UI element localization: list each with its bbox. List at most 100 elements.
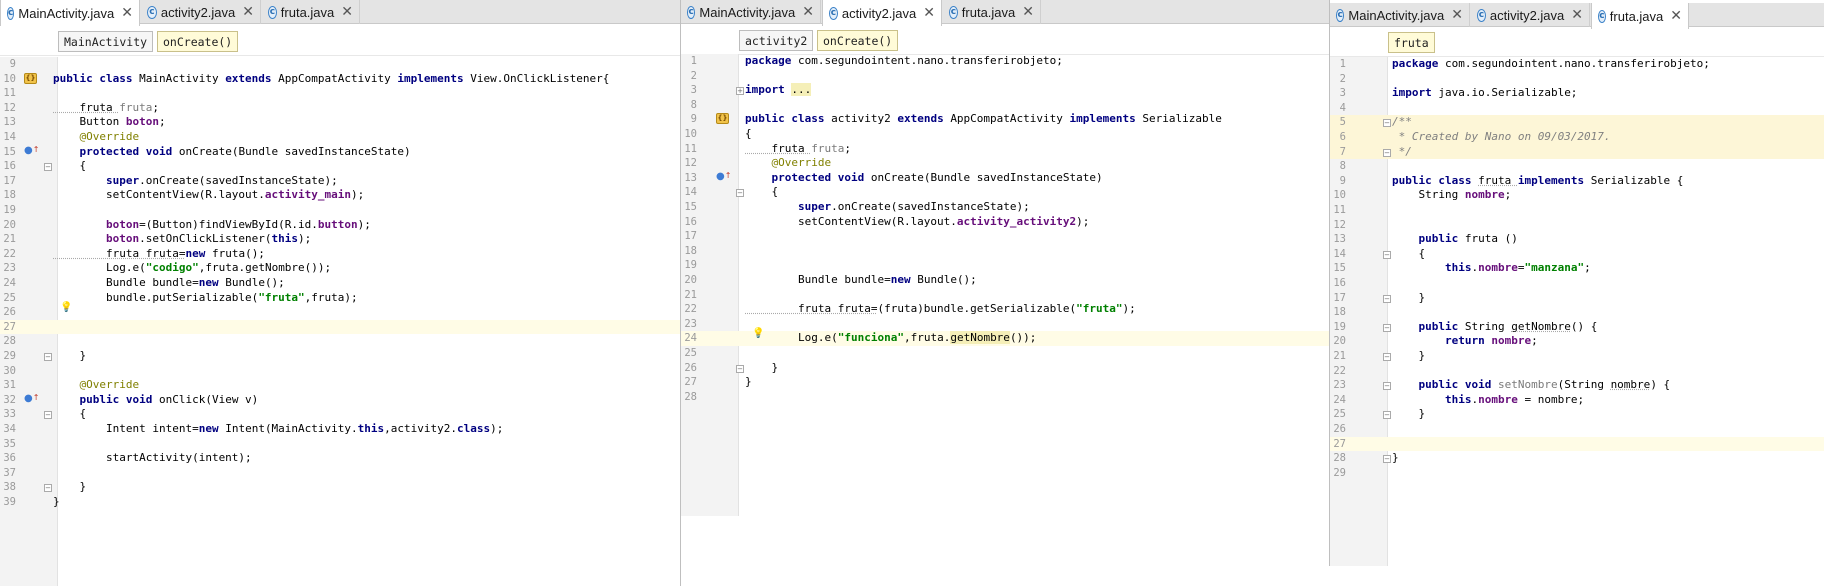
code-line[interactable]: 2 [1330, 72, 1824, 87]
code-line[interactable]: 24 this.nombre = nombre; [1330, 393, 1824, 408]
code-line[interactable]: 12 [1330, 218, 1824, 233]
code-line[interactable]: 25 − } [1330, 407, 1824, 422]
fold-toggle-icon[interactable]: − [44, 163, 52, 172]
code-line[interactable]: 3 import java.io.Serializable; [1330, 86, 1824, 101]
code-line[interactable]: 38 − } [0, 480, 680, 495]
code-line[interactable]: 20 boton=(Button)findViewById(R.id.butto… [0, 218, 680, 233]
code-line[interactable]: 13 public fruta () [1330, 232, 1824, 247]
fold-toggle-icon[interactable]: − [736, 189, 744, 198]
fold-toggle-icon[interactable]: − [1383, 382, 1391, 391]
close-icon[interactable]: ✕ [121, 5, 133, 21]
code-line[interactable]: 34 Intent intent=new Intent(MainActivity… [0, 422, 680, 437]
code-line[interactable]: 37 [0, 466, 680, 481]
code-line[interactable]: 15 super.onCreate(savedInstanceState); [681, 200, 1329, 215]
code-line[interactable]: 24 💡 Log.e("funciona",fruta.getNombre()); [681, 328, 1329, 346]
close-icon[interactable]: ✕ [1451, 7, 1463, 23]
code-line[interactable]: 8 [681, 98, 1329, 113]
code-line[interactable]: 18 setContentView(R.layout.activity_main… [0, 188, 680, 203]
tab-fruta[interactable]: c fruta.java ✕ [262, 0, 360, 24]
code-line[interactable]: 29 − } [0, 349, 680, 364]
code-line[interactable]: 13 Button boton; [0, 115, 680, 130]
code-line[interactable]: 11 [0, 86, 680, 101]
code-line[interactable]: 10 { [681, 127, 1329, 142]
code-line[interactable]: 1 package com.segundointent.nano.transfer… [1330, 57, 1824, 72]
code-line[interactable]: 16 setContentView(R.layout.activity_acti… [681, 215, 1329, 230]
code-line[interactable]: 14 − { [681, 185, 1329, 200]
code-line[interactable]: 28 [681, 390, 1329, 405]
code-line[interactable]: 20 return nombre; [1330, 334, 1824, 349]
code-line[interactable]: 25 [681, 346, 1329, 361]
override-marker-icon[interactable]: ●↑ [24, 393, 39, 404]
code-line[interactable]: 27 [0, 319, 680, 335]
code-line[interactable]: 23 [681, 317, 1329, 332]
code-line[interactable]: 2 [681, 69, 1329, 84]
code-editor[interactable]: 1 package com.segundointent.nano.transfer… [681, 54, 1329, 516]
fold-toggle-icon[interactable]: − [1383, 455, 1391, 464]
close-icon[interactable]: ✕ [802, 4, 814, 20]
tab-fruta[interactable]: c fruta.java ✕ [1591, 3, 1689, 29]
code-line[interactable]: 17 [681, 229, 1329, 244]
code-line[interactable]: 1 package com.segundointent.nano.transfer… [681, 54, 1329, 69]
breadcrumb-method[interactable]: onCreate() [157, 31, 239, 52]
code-line[interactable]: 5 −/** [1330, 115, 1824, 130]
fold-toggle-icon[interactable]: − [1383, 148, 1391, 157]
code-line[interactable]: 36 startActivity(intent); [0, 451, 680, 466]
breadcrumb-method[interactable]: onCreate() [817, 30, 899, 51]
breadcrumb-class[interactable]: activity2 [739, 30, 814, 51]
code-line[interactable]: 14 − { [1330, 247, 1824, 262]
fold-toggle-icon[interactable]: − [1383, 294, 1391, 303]
override-marker-icon[interactable]: ●↑ [716, 171, 731, 182]
tab-main-activity[interactable]: c MainActivity.java ✕ [1330, 3, 1470, 27]
code-line[interactable]: 31 @Override [0, 378, 680, 393]
code-line[interactable]: 8 [1330, 159, 1824, 174]
code-line[interactable]: 11 [1330, 203, 1824, 218]
code-line[interactable]: 7 − */ [1330, 144, 1824, 160]
code-line[interactable]: 14 @Override [0, 130, 680, 145]
fold-toggle-icon[interactable]: − [1383, 411, 1391, 420]
tab-main-activity[interactable]: c MainActivity.java ✕ [0, 0, 140, 26]
fold-toggle-icon[interactable]: − [1383, 119, 1391, 128]
code-line[interactable]: 17 − } [1330, 291, 1824, 306]
code-editor[interactable]: 9 10 {} public class MainActivity extends A… [0, 54, 680, 586]
code-editor[interactable]: 1 package com.segundointent.nano.transfer… [1330, 56, 1824, 566]
code-line[interactable]: 30 [0, 364, 680, 379]
code-line[interactable]: 16 − { [0, 159, 680, 174]
code-line[interactable]: 6 * Created by Nano on 09/03/2017. [1330, 130, 1824, 145]
tab-activity2[interactable]: c activity2.java ✕ [822, 0, 942, 26]
code-line[interactable]: 18 [681, 244, 1329, 259]
code-line[interactable]: 9 public class fruta implements Serializa… [1330, 174, 1824, 189]
code-line[interactable]: 9 [0, 57, 680, 72]
fold-toggle-icon[interactable]: − [1383, 250, 1391, 259]
code-line[interactable]: 21 − } [1330, 349, 1824, 364]
code-line[interactable]: 27} [681, 375, 1329, 390]
code-line[interactable]: 22 fruta fruta=(fruta)bundle.getSerializ… [681, 302, 1329, 317]
code-line[interactable]: 4 [1330, 101, 1824, 116]
close-icon[interactable]: ✕ [1670, 8, 1682, 24]
tab-activity2[interactable]: c activity2.java ✕ [141, 0, 261, 24]
code-line[interactable]: 25 bundle.putSerializable("fruta",fruta)… [0, 291, 680, 306]
lightbulb-icon[interactable]: 💡 [60, 302, 72, 315]
override-marker-icon[interactable]: ●↑ [24, 145, 39, 156]
close-icon[interactable]: ✕ [923, 5, 935, 21]
close-icon[interactable]: ✕ [1022, 4, 1034, 20]
fold-toggle-icon[interactable]: − [736, 364, 744, 373]
code-line[interactable]: 29 [1330, 466, 1824, 481]
code-line[interactable]: 3 + import ... [681, 83, 1329, 98]
code-line[interactable]: 39} [0, 495, 680, 510]
code-line[interactable]: 13 ●↑ protected void onCreate(Bundle save… [681, 171, 1329, 186]
code-line[interactable]: 22 fruta fruta=new fruta(); [0, 247, 680, 262]
class-marker-icon[interactable]: {} [24, 72, 37, 84]
code-line[interactable]: 17 super.onCreate(savedInstanceState); [0, 174, 680, 189]
breadcrumb-class[interactable]: MainActivity [58, 31, 154, 52]
fold-toggle-icon[interactable]: − [1383, 323, 1391, 332]
fold-toggle-icon[interactable]: − [44, 411, 52, 420]
code-line[interactable]: 33 − { [0, 407, 680, 422]
code-line[interactable]: 19 [0, 203, 680, 218]
fold-expand-icon[interactable]: + [736, 87, 744, 96]
code-line[interactable]: 16 [1330, 276, 1824, 291]
fold-toggle-icon[interactable]: − [1383, 353, 1391, 361]
tab-activity2[interactable]: c activity2.java ✕ [1471, 3, 1590, 27]
breadcrumb-class[interactable]: fruta [1388, 32, 1435, 53]
code-line[interactable]: 15 this.nombre="manzana"; [1330, 261, 1824, 276]
code-line[interactable]: 23 Log.e("codigo",fruta.getNombre()); [0, 261, 680, 276]
